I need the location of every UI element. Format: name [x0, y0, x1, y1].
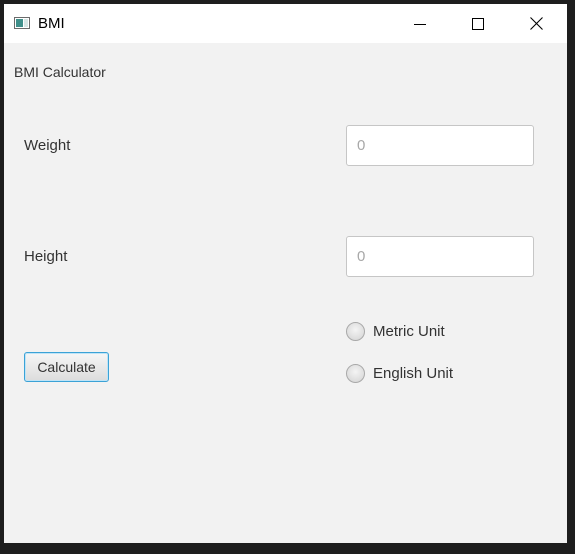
maximize-button[interactable]: [449, 4, 507, 43]
minimize-icon: [414, 23, 426, 25]
radio-button-icon[interactable]: [346, 364, 365, 383]
close-icon: [529, 17, 543, 30]
close-button[interactable]: [507, 4, 565, 43]
maximize-icon: [472, 17, 484, 30]
metric-unit-label: Metric Unit: [373, 323, 445, 340]
english-unit-label: English Unit: [373, 365, 454, 382]
weight-input[interactable]: [346, 125, 534, 166]
window-title: BMI: [38, 15, 65, 32]
title-bar[interactable]: BMI: [4, 4, 567, 43]
app-icon: [14, 17, 30, 29]
english-unit-radio[interactable]: English Unit: [346, 364, 453, 383]
calculate-button[interactable]: Calculate: [24, 352, 109, 382]
metric-unit-radio[interactable]: Metric Unit: [346, 322, 445, 341]
weight-label: Weight: [24, 137, 71, 154]
radio-button-icon[interactable]: [346, 322, 365, 341]
bmi-window: BMI BMI Calculator Weight Height Calcula…: [4, 4, 567, 543]
height-input[interactable]: [346, 236, 534, 277]
minimize-button[interactable]: [391, 4, 449, 43]
height-label: Height: [24, 248, 68, 265]
page-heading: BMI Calculator: [14, 64, 106, 80]
